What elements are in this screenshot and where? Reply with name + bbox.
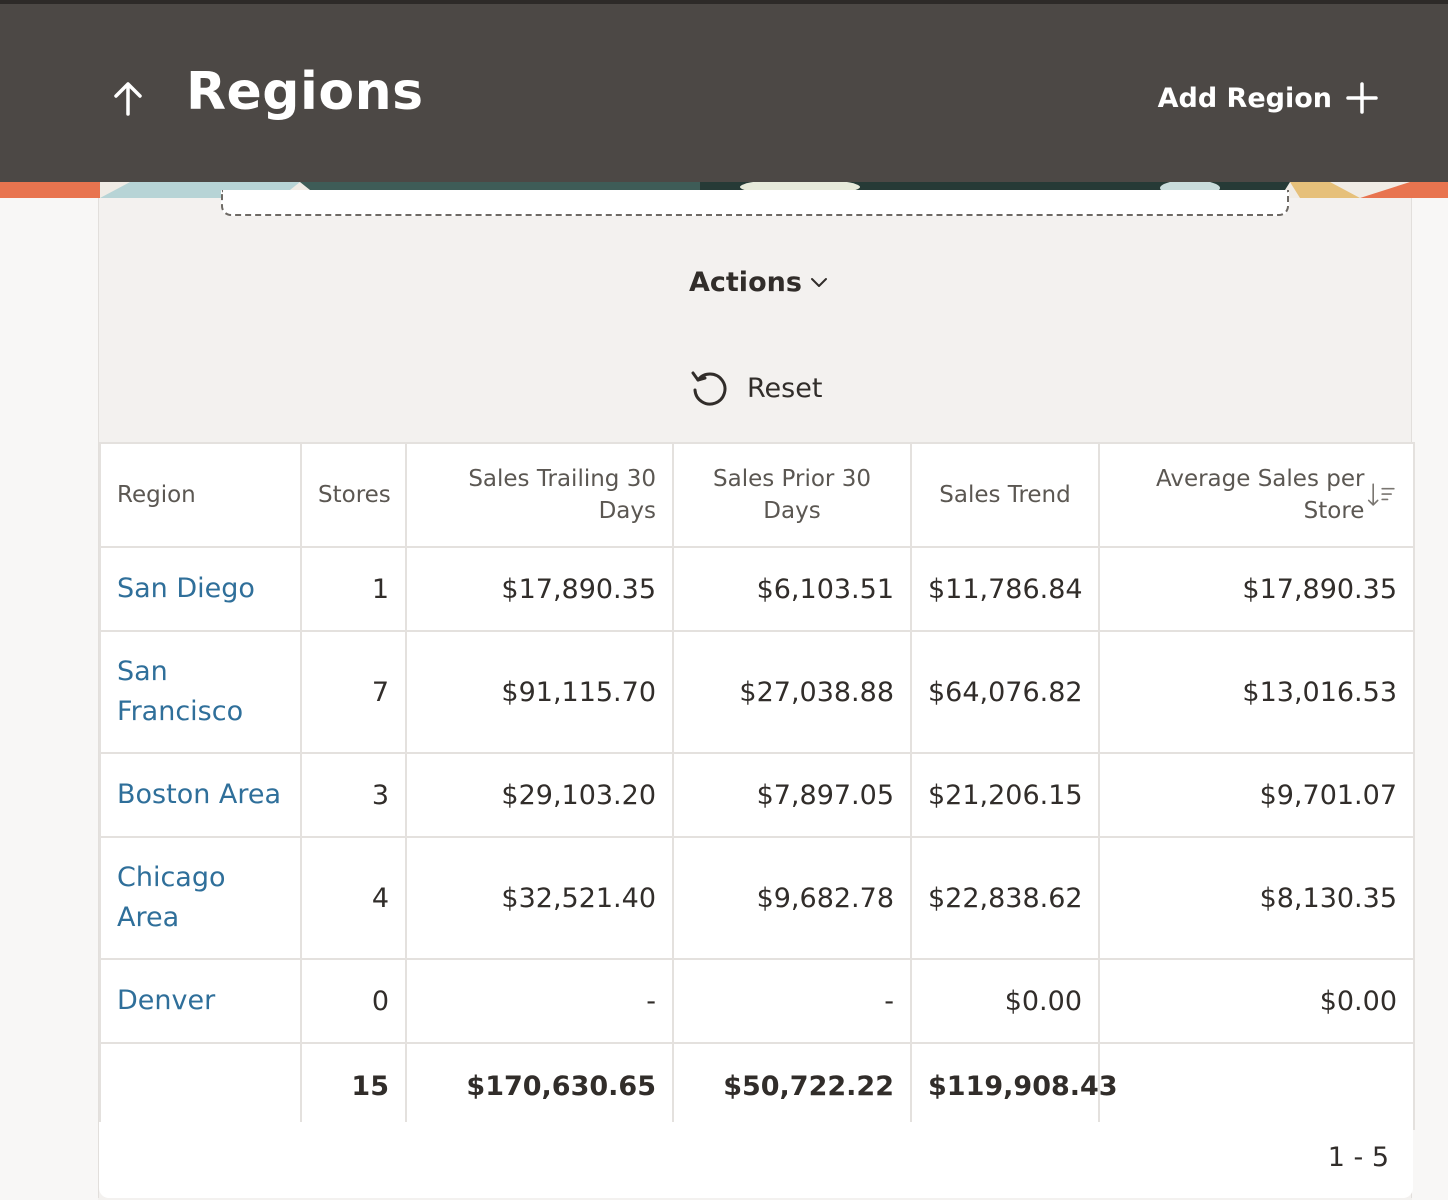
cell-average-sales: $9,701.07	[1098, 752, 1415, 838]
cell-stores: 7	[300, 630, 407, 754]
cell-sales-prior: $27,038.88	[672, 630, 912, 754]
column-header-region[interactable]: Region	[99, 442, 302, 548]
cell-sales-trailing: $32,521.40	[405, 836, 674, 960]
page-header: Regions Add Region	[0, 0, 1448, 182]
right-margin	[1412, 198, 1448, 1200]
table-footer: 1 - 5	[99, 1122, 1413, 1198]
region-link-san-diego[interactable]: San Diego	[117, 573, 255, 604]
region-link-boston-area[interactable]: Boston Area	[117, 779, 281, 810]
table-row: Boston Area 3 $29,103.20 $7,897.05 $21,2…	[99, 752, 1415, 838]
column-header-average-sales[interactable]: Average Sales per Store	[1098, 442, 1415, 548]
regions-table: Region Stores Sales Trailing 30 Days Sal…	[99, 442, 1415, 1130]
cell-average-sales: $17,890.35	[1098, 546, 1415, 632]
cell-sales-prior: -	[672, 958, 912, 1044]
cell-stores: 4	[300, 836, 407, 960]
table-row: San Diego 1 $17,890.35 $6,103.51 $11,786…	[99, 546, 1415, 632]
table-row: San Francisco 7 $91,115.70 $27,038.88 $6…	[99, 630, 1415, 754]
table-row: Denver 0 - - $0.00 $0.00	[99, 958, 1415, 1044]
region-link-chicago-area[interactable]: Chicago Area	[117, 862, 237, 933]
cell-sales-trailing: $17,890.35	[405, 546, 674, 632]
region-link-denver[interactable]: Denver	[117, 985, 215, 1016]
add-region-button[interactable]: Add Region	[1158, 76, 1378, 120]
cell-average-sales: $13,016.53	[1098, 630, 1415, 754]
cell-sales-trailing: -	[405, 958, 674, 1044]
back-button[interactable]	[108, 76, 148, 120]
total-sales-prior: $50,722.22	[672, 1042, 912, 1130]
cell-total-region	[99, 1042, 302, 1130]
total-sales-trend: $119,908.43	[910, 1042, 1118, 1130]
cell-sales-trailing: $29,103.20	[405, 752, 674, 838]
column-header-sales-trailing[interactable]: Sales Trailing 30 Days	[405, 442, 674, 548]
sort-descending-icon	[1368, 483, 1396, 506]
cell-stores: 1	[300, 546, 407, 632]
plus-icon	[1346, 82, 1378, 114]
report-panel: Actions Reset Region Stores Sales Traili…	[98, 190, 1415, 1198]
column-header-sales-prior[interactable]: Sales Prior 30 Days	[672, 442, 912, 548]
totals-row: 15 $170,630.65 $50,722.22 $119,908.43	[99, 1042, 1415, 1130]
arrow-up-icon	[114, 82, 142, 116]
cell-stores: 3	[300, 752, 407, 838]
cell-sales-trend: $21,206.15	[910, 752, 1100, 838]
cell-average-sales: $0.00	[1098, 958, 1415, 1044]
actions-menu-button[interactable]: Actions	[689, 262, 828, 302]
region-link-san-francisco[interactable]: San Francisco	[117, 656, 257, 727]
cell-average-sales: $8,130.35	[1098, 836, 1415, 960]
reset-icon	[691, 371, 727, 406]
cell-sales-trend: $22,838.62	[910, 836, 1100, 960]
reset-button[interactable]: Reset	[689, 366, 822, 410]
pagination-range: 1 - 5	[1327, 1142, 1389, 1173]
cell-sales-trend: $0.00	[910, 958, 1100, 1044]
cell-sales-trend: $64,076.82	[910, 630, 1100, 754]
table-header-row: Region Stores Sales Trailing 30 Days Sal…	[99, 442, 1415, 548]
column-header-sales-trend[interactable]: Sales Trend	[910, 442, 1100, 548]
chevron-down-icon	[810, 278, 827, 287]
cell-sales-trend: $11,786.84	[910, 546, 1100, 632]
total-sales-trailing: $170,630.65	[405, 1042, 674, 1130]
page-title: Regions	[186, 62, 424, 122]
cell-total-average	[1098, 1042, 1415, 1130]
total-stores: 15	[300, 1042, 407, 1130]
search-field[interactable]	[221, 190, 1289, 216]
cell-stores: 0	[300, 958, 407, 1044]
cell-sales-trailing: $91,115.70	[405, 630, 674, 754]
left-margin	[0, 198, 98, 1200]
cell-sales-prior: $6,103.51	[672, 546, 912, 632]
table-row: Chicago Area 4 $32,521.40 $9,682.78 $22,…	[99, 836, 1415, 960]
cell-sales-prior: $7,897.05	[672, 752, 912, 838]
actions-label: Actions	[689, 266, 802, 298]
cell-sales-prior: $9,682.78	[672, 836, 912, 960]
column-header-stores[interactable]: Stores	[300, 442, 407, 548]
add-region-label: Add Region	[1157, 82, 1332, 114]
column-header-average-sales-label: Average Sales per Store	[1155, 466, 1365, 524]
reset-label: Reset	[747, 372, 823, 404]
